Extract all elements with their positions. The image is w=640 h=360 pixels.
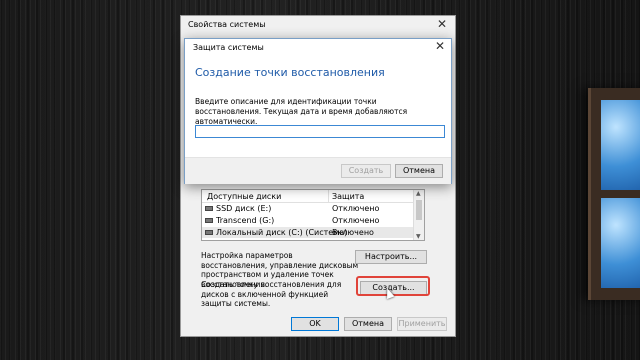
scroll-up-icon[interactable]: ▲: [416, 190, 421, 197]
disk-status: Включено: [332, 228, 374, 237]
restore-point-description-input[interactable]: [195, 125, 445, 138]
list-item[interactable]: SSD диск (E:) Отключено: [202, 203, 413, 214]
disk-status: Отключено: [332, 204, 380, 213]
disk-name: SSD диск (E:): [216, 204, 272, 213]
drive-icon: [205, 218, 213, 223]
cancel-button[interactable]: Отмена: [344, 317, 392, 331]
close-icon[interactable]: ✕: [437, 17, 447, 31]
disk-status: Отключено: [332, 216, 380, 225]
dialog-footer: Создать Отмена: [185, 157, 451, 184]
wallpaper-window-pane: [601, 100, 640, 190]
wallpaper-window-frame: [588, 88, 640, 300]
drive-icon: [205, 206, 213, 211]
column-header-protection[interactable]: Защита: [332, 192, 364, 201]
list-item[interactable]: Локальный диск (C:) (Система) Включено: [202, 227, 413, 238]
dialog-heading: Создание точки восстановления: [195, 66, 385, 79]
create-description: Создать точку восстановления для дисков …: [201, 280, 342, 308]
configure-button[interactable]: Настроить...: [355, 250, 427, 264]
scroll-down-icon[interactable]: ▼: [416, 233, 421, 240]
dialog-cancel-button[interactable]: Отмена: [395, 164, 443, 178]
create-restore-point-dialog: Защита системы ✕ Создание точки восстано…: [184, 38, 452, 184]
apply-button[interactable]: Применить: [397, 317, 447, 331]
column-divider: [328, 190, 329, 202]
list-header: Доступные диски Защита: [202, 190, 413, 203]
ok-button[interactable]: OK: [291, 317, 339, 331]
disk-name: Локальный диск (C:) (Система): [216, 228, 348, 237]
vertical-scrollbar[interactable]: ▲ ▼: [413, 190, 424, 240]
window-title: Свойства системы: [188, 20, 266, 29]
list-item[interactable]: Transcend (G:) Отключено: [202, 215, 413, 226]
drive-icon: [205, 230, 213, 235]
dialog-description: Введите описание для идентификации точки…: [195, 97, 408, 126]
column-header-disks[interactable]: Доступные диски: [207, 192, 281, 201]
close-icon[interactable]: ✕: [435, 39, 445, 53]
scroll-thumb[interactable]: [416, 200, 422, 220]
wallpaper-window-pane: [601, 198, 640, 288]
dialog-create-button[interactable]: Создать: [341, 164, 391, 178]
disk-name: Transcend (G:): [216, 216, 275, 225]
dialog-title: Защита системы: [193, 43, 264, 52]
available-disks-list[interactable]: Доступные диски Защита SSD диск (E:) Отк…: [201, 189, 425, 241]
